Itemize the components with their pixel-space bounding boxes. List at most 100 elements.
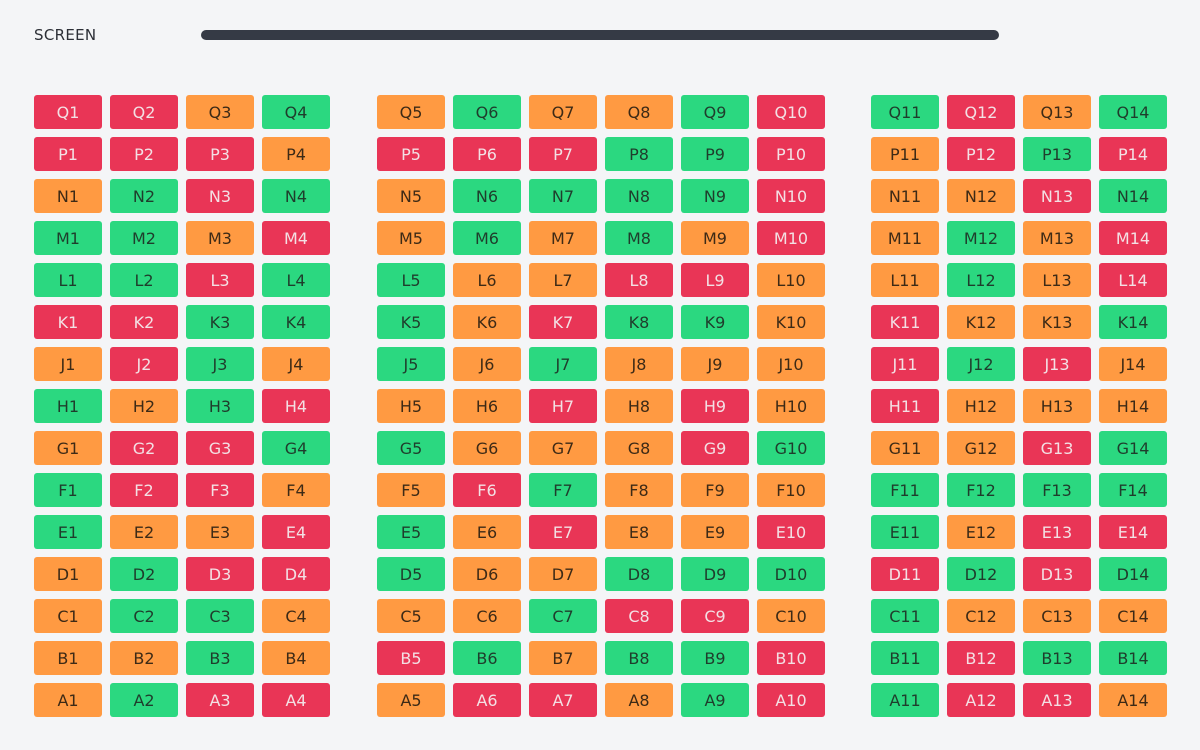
seat-b4[interactable]: B4 <box>262 641 330 675</box>
seat-m14[interactable]: M14 <box>1099 221 1167 255</box>
seat-c9[interactable]: C9 <box>681 599 749 633</box>
seat-f7[interactable]: F7 <box>529 473 597 507</box>
seat-m4[interactable]: M4 <box>262 221 330 255</box>
seat-j10[interactable]: J10 <box>757 347 825 381</box>
seat-p4[interactable]: P4 <box>262 137 330 171</box>
seat-f14[interactable]: F14 <box>1099 473 1167 507</box>
seat-f5[interactable]: F5 <box>377 473 445 507</box>
seat-l10[interactable]: L10 <box>757 263 825 297</box>
seat-q14[interactable]: Q14 <box>1099 95 1167 129</box>
seat-q12[interactable]: Q12 <box>947 95 1015 129</box>
seat-e2[interactable]: E2 <box>110 515 178 549</box>
seat-k8[interactable]: K8 <box>605 305 673 339</box>
seat-p7[interactable]: P7 <box>529 137 597 171</box>
seat-c8[interactable]: C8 <box>605 599 673 633</box>
seat-e13[interactable]: E13 <box>1023 515 1091 549</box>
seat-g10[interactable]: G10 <box>757 431 825 465</box>
seat-a7[interactable]: A7 <box>529 683 597 717</box>
seat-h14[interactable]: H14 <box>1099 389 1167 423</box>
seat-q7[interactable]: Q7 <box>529 95 597 129</box>
seat-h8[interactable]: H8 <box>605 389 673 423</box>
seat-c5[interactable]: C5 <box>377 599 445 633</box>
seat-n10[interactable]: N10 <box>757 179 825 213</box>
seat-b10[interactable]: B10 <box>757 641 825 675</box>
seat-d13[interactable]: D13 <box>1023 557 1091 591</box>
seat-k11[interactable]: K11 <box>871 305 939 339</box>
seat-n4[interactable]: N4 <box>262 179 330 213</box>
seat-l8[interactable]: L8 <box>605 263 673 297</box>
seat-e4[interactable]: E4 <box>262 515 330 549</box>
seat-l13[interactable]: L13 <box>1023 263 1091 297</box>
seat-j12[interactable]: J12 <box>947 347 1015 381</box>
seat-b2[interactable]: B2 <box>110 641 178 675</box>
seat-n9[interactable]: N9 <box>681 179 749 213</box>
seat-j4[interactable]: J4 <box>262 347 330 381</box>
seat-q9[interactable]: Q9 <box>681 95 749 129</box>
seat-q11[interactable]: Q11 <box>871 95 939 129</box>
seat-c13[interactable]: C13 <box>1023 599 1091 633</box>
seat-l5[interactable]: L5 <box>377 263 445 297</box>
seat-e5[interactable]: E5 <box>377 515 445 549</box>
seat-h6[interactable]: H6 <box>453 389 521 423</box>
seat-d12[interactable]: D12 <box>947 557 1015 591</box>
seat-j11[interactable]: J11 <box>871 347 939 381</box>
seat-k1[interactable]: K1 <box>34 305 102 339</box>
seat-b9[interactable]: B9 <box>681 641 749 675</box>
seat-h13[interactable]: H13 <box>1023 389 1091 423</box>
seat-c1[interactable]: C1 <box>34 599 102 633</box>
seat-h3[interactable]: H3 <box>186 389 254 423</box>
seat-e11[interactable]: E11 <box>871 515 939 549</box>
seat-j6[interactable]: J6 <box>453 347 521 381</box>
seat-l3[interactable]: L3 <box>186 263 254 297</box>
seat-l12[interactable]: L12 <box>947 263 1015 297</box>
seat-p10[interactable]: P10 <box>757 137 825 171</box>
seat-e9[interactable]: E9 <box>681 515 749 549</box>
seat-g2[interactable]: G2 <box>110 431 178 465</box>
seat-m6[interactable]: M6 <box>453 221 521 255</box>
seat-h1[interactable]: H1 <box>34 389 102 423</box>
seat-n6[interactable]: N6 <box>453 179 521 213</box>
seat-f10[interactable]: F10 <box>757 473 825 507</box>
seat-b8[interactable]: B8 <box>605 641 673 675</box>
seat-n3[interactable]: N3 <box>186 179 254 213</box>
seat-m3[interactable]: M3 <box>186 221 254 255</box>
seat-l1[interactable]: L1 <box>34 263 102 297</box>
seat-q10[interactable]: Q10 <box>757 95 825 129</box>
seat-l14[interactable]: L14 <box>1099 263 1167 297</box>
seat-g12[interactable]: G12 <box>947 431 1015 465</box>
seat-a8[interactable]: A8 <box>605 683 673 717</box>
seat-b14[interactable]: B14 <box>1099 641 1167 675</box>
seat-e10[interactable]: E10 <box>757 515 825 549</box>
seat-q8[interactable]: Q8 <box>605 95 673 129</box>
seat-a14[interactable]: A14 <box>1099 683 1167 717</box>
seat-a11[interactable]: A11 <box>871 683 939 717</box>
seat-g7[interactable]: G7 <box>529 431 597 465</box>
seat-k7[interactable]: K7 <box>529 305 597 339</box>
seat-f1[interactable]: F1 <box>34 473 102 507</box>
seat-e7[interactable]: E7 <box>529 515 597 549</box>
seat-d6[interactable]: D6 <box>453 557 521 591</box>
seat-p5[interactable]: P5 <box>377 137 445 171</box>
seat-k13[interactable]: K13 <box>1023 305 1091 339</box>
seat-h11[interactable]: H11 <box>871 389 939 423</box>
seat-j8[interactable]: J8 <box>605 347 673 381</box>
seat-j7[interactable]: J7 <box>529 347 597 381</box>
seat-h9[interactable]: H9 <box>681 389 749 423</box>
seat-d7[interactable]: D7 <box>529 557 597 591</box>
seat-l4[interactable]: L4 <box>262 263 330 297</box>
seat-f8[interactable]: F8 <box>605 473 673 507</box>
seat-q6[interactable]: Q6 <box>453 95 521 129</box>
seat-p6[interactable]: P6 <box>453 137 521 171</box>
seat-p2[interactable]: P2 <box>110 137 178 171</box>
seat-a2[interactable]: A2 <box>110 683 178 717</box>
seat-b7[interactable]: B7 <box>529 641 597 675</box>
seat-a1[interactable]: A1 <box>34 683 102 717</box>
seat-p1[interactable]: P1 <box>34 137 102 171</box>
seat-g4[interactable]: G4 <box>262 431 330 465</box>
seat-e8[interactable]: E8 <box>605 515 673 549</box>
seat-f12[interactable]: F12 <box>947 473 1015 507</box>
seat-h5[interactable]: H5 <box>377 389 445 423</box>
seat-q1[interactable]: Q1 <box>34 95 102 129</box>
seat-g14[interactable]: G14 <box>1099 431 1167 465</box>
seat-j9[interactable]: J9 <box>681 347 749 381</box>
